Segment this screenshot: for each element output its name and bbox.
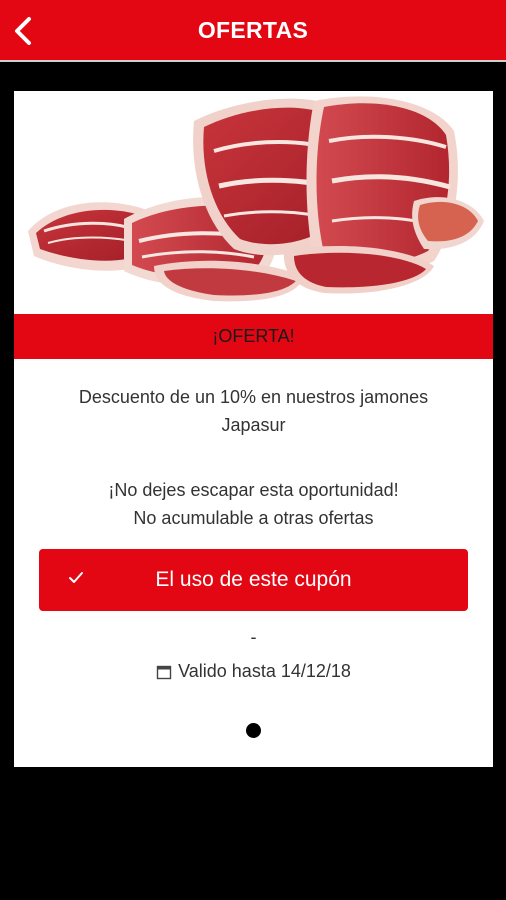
note-line-1: ¡No dejes escapar esta oportunidad! [108, 480, 399, 500]
use-coupon-button[interactable]: El uso de este cupón [39, 549, 468, 611]
description-line-2: Japasur [221, 415, 286, 435]
back-button[interactable] [8, 14, 38, 48]
valid-until: Valido hasta 14/12/18 [14, 661, 493, 682]
offer-banner-label: ¡OFERTA! [212, 326, 295, 346]
description-line-1: Descuento de un 10% en nuestros jamones [78, 387, 429, 407]
page-title: OFERTAS [197, 16, 309, 43]
check-icon [69, 572, 83, 583]
offer-card: ¡OFERTA! Descuento de un 10% en nuestros… [14, 91, 493, 767]
use-coupon-label: El uso de este cupón [155, 568, 352, 591]
offer-description: Descuento de un 10% en nuestros jamones … [34, 383, 473, 532]
chevron-left-icon [15, 17, 31, 45]
calendar-icon [156, 665, 172, 679]
offer-image [14, 91, 493, 313]
note-line-2: No acumulable a otras ofertas [133, 508, 374, 528]
offer-banner: ¡OFERTA! [14, 314, 493, 359]
valid-until-text: Valido hasta 14/12/18 [178, 661, 351, 681]
pager-dot[interactable] [246, 723, 261, 738]
separator: - [250, 627, 257, 647]
app-bar: OFERTAS [0, 0, 506, 62]
